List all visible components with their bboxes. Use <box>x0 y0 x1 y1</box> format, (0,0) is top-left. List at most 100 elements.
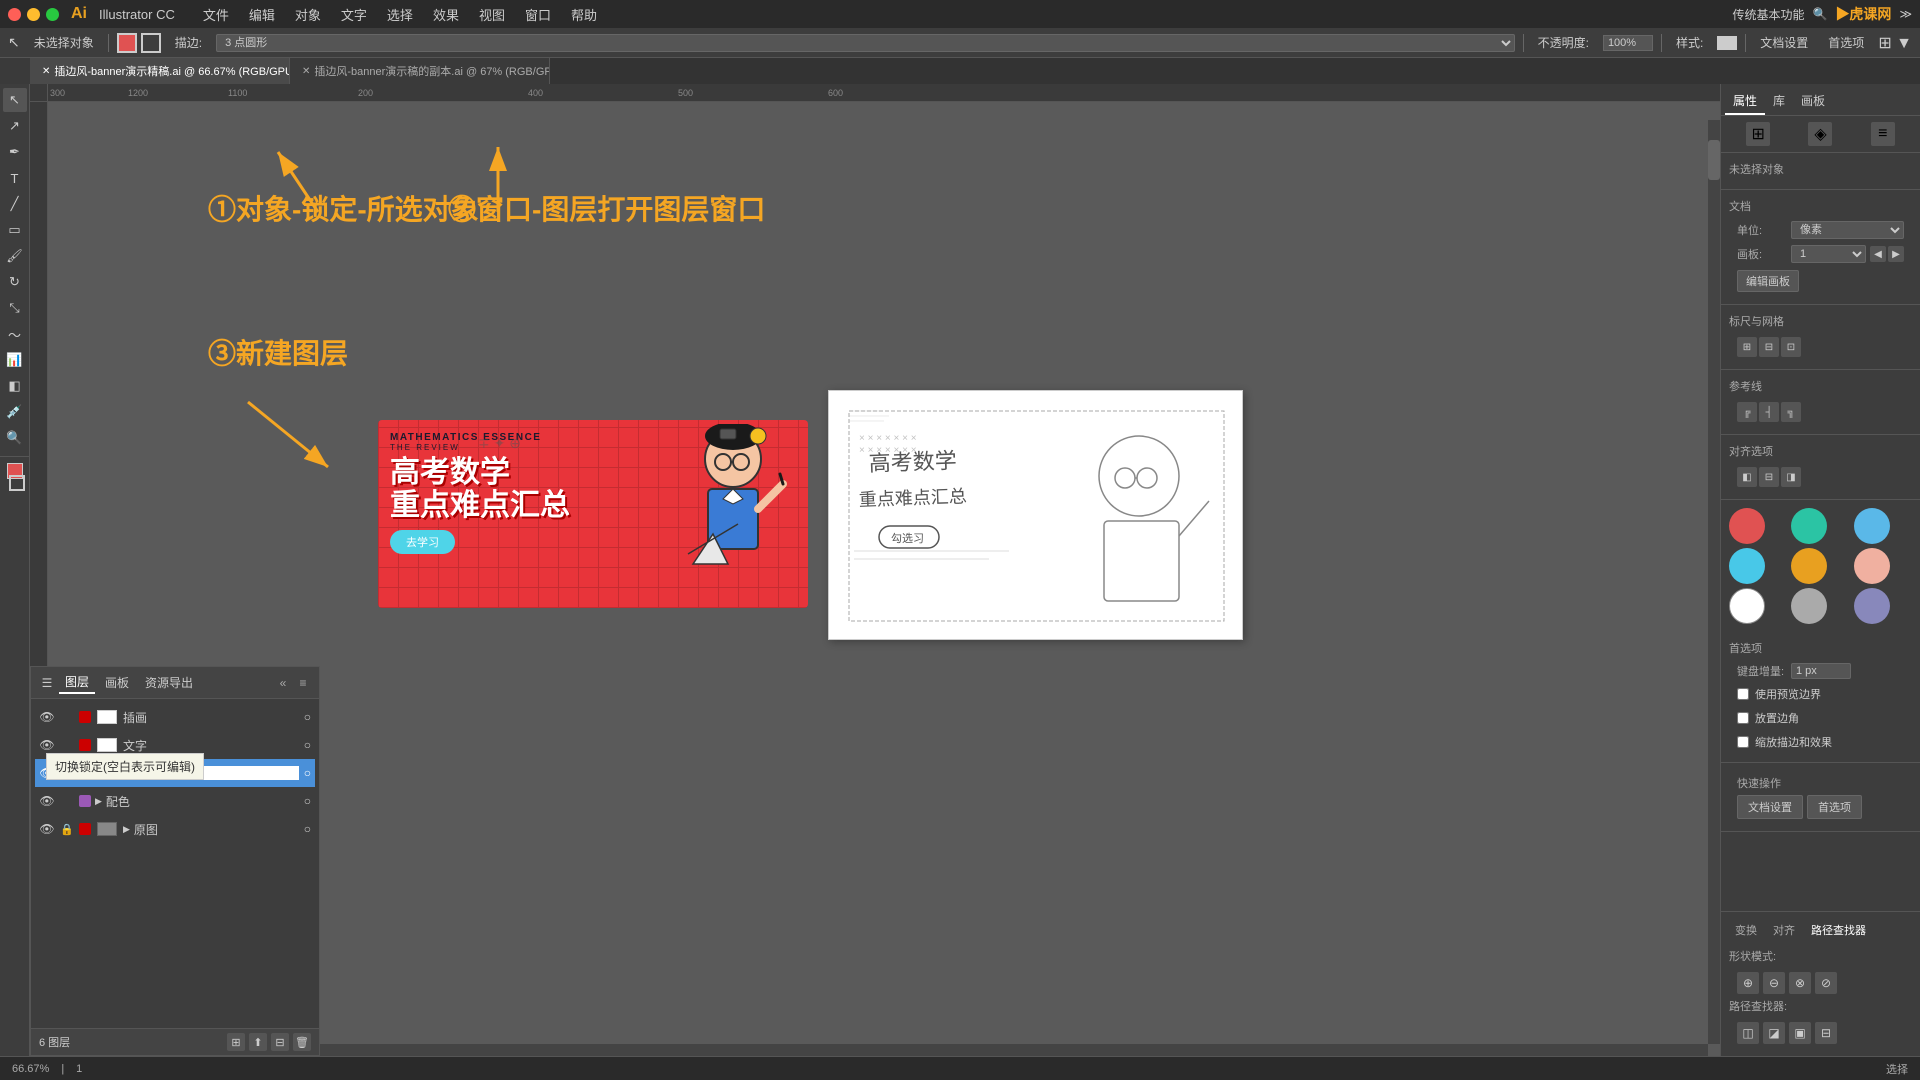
edit-artboard-btn[interactable]: 编辑画板 <box>1737 270 1799 292</box>
doc-settings-btn[interactable]: 文档设置 <box>1754 32 1814 53</box>
layer-expand-original[interactable]: ▶ <box>123 824 130 835</box>
guide-icon3[interactable]: ╗ <box>1781 402 1801 422</box>
layers-tab-layers[interactable]: 图层 <box>59 671 95 694</box>
scroll-vertical[interactable] <box>1708 120 1720 1044</box>
round-corners-check[interactable] <box>1737 712 1749 724</box>
layer-vis-active[interactable]: ○ <box>304 766 311 780</box>
minus-front-icon[interactable]: ⊖ <box>1763 972 1785 994</box>
minimize-button[interactable] <box>27 8 40 21</box>
layer-eye-active[interactable]: 👁 <box>39 765 55 781</box>
fullscreen-button[interactable] <box>46 8 59 21</box>
scale-tool[interactable]: ⤡ <box>3 296 27 320</box>
snap-pixel-icon[interactable]: ⊡ <box>1781 337 1801 357</box>
search-icon[interactable]: 🔍 <box>1812 7 1827 21</box>
bottom-tab-align[interactable]: 对齐 <box>1767 920 1801 940</box>
tab-artboard[interactable]: 画板 <box>1793 88 1833 115</box>
stroke-width-select[interactable]: 3 点圆形 <box>216 34 1515 52</box>
copy-layer-btn[interactable]: ⊟ <box>271 1033 289 1051</box>
rect-tool[interactable]: ▭ <box>3 218 27 242</box>
scroll-thumb-v[interactable] <box>1708 140 1720 180</box>
crop-icon[interactable]: ⊟ <box>1815 1022 1837 1044</box>
make-layer-btn[interactable]: ⊞ <box>227 1033 245 1051</box>
snap-points-icon[interactable]: ⊟ <box>1759 337 1779 357</box>
opacity-input[interactable] <box>1603 35 1653 51</box>
menu-text[interactable]: 文字 <box>333 5 375 24</box>
select-tool[interactable]: ↖ <box>3 88 27 112</box>
unit-select[interactable]: 像素 <box>1791 221 1904 239</box>
eyedropper-tool[interactable]: 💉 <box>3 400 27 424</box>
panel-toggle[interactable]: ≫ <box>1899 7 1912 21</box>
trim-icon[interactable]: ◪ <box>1763 1022 1785 1044</box>
arrange-icon[interactable]: ⊞ ▼ <box>1878 33 1912 53</box>
fill-color[interactable] <box>117 33 137 53</box>
layer-eye-illustration[interactable]: 👁 <box>39 709 55 725</box>
menu-edit[interactable]: 编辑 <box>241 5 283 24</box>
layer-eye-text[interactable]: 👁 <box>39 737 55 753</box>
layer-name-input-active[interactable] <box>95 765 300 781</box>
anti-alias-check[interactable] <box>1737 736 1749 748</box>
layers-tab-export[interactable]: 资源导出 <box>139 672 199 693</box>
menu-file[interactable]: 文件 <box>195 5 237 24</box>
tab-main[interactable]: ✕ 插边风-banner演示精稿.ai @ 66.67% (RGB/GPU 预览… <box>30 58 290 84</box>
menu-object[interactable]: 对象 <box>287 5 329 24</box>
tab-close-icon[interactable]: ✕ <box>42 66 50 77</box>
unite-icon[interactable]: ⊕ <box>1737 972 1759 994</box>
layer-expand-colors[interactable]: ▶ <box>95 796 102 807</box>
direct-select-tool[interactable]: ↗ <box>3 114 27 138</box>
artboard-select[interactable]: 1 <box>1791 245 1866 263</box>
bottom-tab-transform[interactable]: 变换 <box>1729 920 1763 940</box>
layer-lock-text[interactable] <box>59 737 75 753</box>
swatch-blue[interactable] <box>1854 508 1890 544</box>
nudge-input[interactable] <box>1791 663 1851 679</box>
menu-view[interactable]: 视图 <box>471 5 513 24</box>
swatch-lavender[interactable] <box>1854 588 1890 624</box>
quick-preferences[interactable]: 首选项 <box>1807 795 1862 819</box>
layer-eye-original[interactable]: 👁 <box>39 821 55 837</box>
menu-help[interactable]: 帮助 <box>563 5 605 24</box>
brush-tool[interactable]: 🖌 <box>3 244 27 268</box>
menu-effect[interactable]: 效果 <box>425 5 467 24</box>
layer-lock-colors[interactable] <box>59 793 75 809</box>
layer-item-active[interactable]: 👁 ○ <box>35 759 315 787</box>
swatch-orange[interactable] <box>1791 548 1827 584</box>
align-right-icon[interactable]: ◨ <box>1781 467 1801 487</box>
preview-bounds-check[interactable] <box>1737 688 1749 700</box>
align-center-icon[interactable]: ⊟ <box>1759 467 1779 487</box>
layers-tab-boards[interactable]: 画板 <box>99 672 135 693</box>
line-tool[interactable]: ╱ <box>3 192 27 216</box>
snap-grid-icon[interactable]: ⊞ <box>1737 337 1757 357</box>
guide-icon1[interactable]: ╔ <box>1737 402 1757 422</box>
menu-select[interactable]: 选择 <box>379 5 421 24</box>
exclude-icon[interactable]: ⊘ <box>1815 972 1837 994</box>
swatch-white[interactable] <box>1729 588 1765 624</box>
tab-copy[interactable]: ✕ 插边风-banner演示稿的副本.ai @ 67% (RGB/GPU 预览) <box>290 58 550 84</box>
layer-vis-colors[interactable]: ○ <box>304 794 311 808</box>
align-left-icon[interactable]: ◧ <box>1737 467 1757 487</box>
type-tool[interactable]: T <box>3 166 27 190</box>
stroke-indicator[interactable] <box>9 475 25 491</box>
menu-window[interactable]: 窗口 <box>517 5 559 24</box>
swatch-peach[interactable] <box>1854 548 1890 584</box>
bottom-tab-pathfinder[interactable]: 路径查找器 <box>1805 920 1872 940</box>
quick-doc-settings[interactable]: 文档设置 <box>1737 795 1803 819</box>
layer-eye-colors[interactable]: 👁 <box>39 793 55 809</box>
swatch-gray[interactable] <box>1791 588 1827 624</box>
align-icon[interactable]: ≡ <box>1871 122 1895 146</box>
artboard-next[interactable]: ▶ <box>1888 246 1904 262</box>
layer-lock-original[interactable]: 🔒 <box>59 821 75 837</box>
guide-icon2[interactable]: ┤ <box>1759 402 1779 422</box>
layer-vis-text[interactable]: ○ <box>304 738 311 752</box>
layers-collapse-btn[interactable]: « <box>275 675 291 691</box>
layers-panel-icon[interactable]: ☰ <box>39 675 55 691</box>
swatch-teal[interactable] <box>1791 508 1827 544</box>
stroke-color[interactable] <box>141 33 161 53</box>
gradient-tool[interactable]: ◧ <box>3 374 27 398</box>
intersect-icon[interactable]: ⊗ <box>1789 972 1811 994</box>
warp-tool[interactable]: 〜 <box>3 322 27 346</box>
preferences-btn[interactable]: 首选项 <box>1822 32 1870 53</box>
tab-copy-close-icon[interactable]: ✕ <box>302 66 310 77</box>
layer-item-colors[interactable]: 👁 ▶ 配色 ○ <box>35 787 315 815</box>
tab-properties[interactable]: 属性 <box>1725 88 1765 115</box>
swatch-red[interactable] <box>1729 508 1765 544</box>
layer-item-text[interactable]: 👁 文字 ○ <box>35 731 315 759</box>
